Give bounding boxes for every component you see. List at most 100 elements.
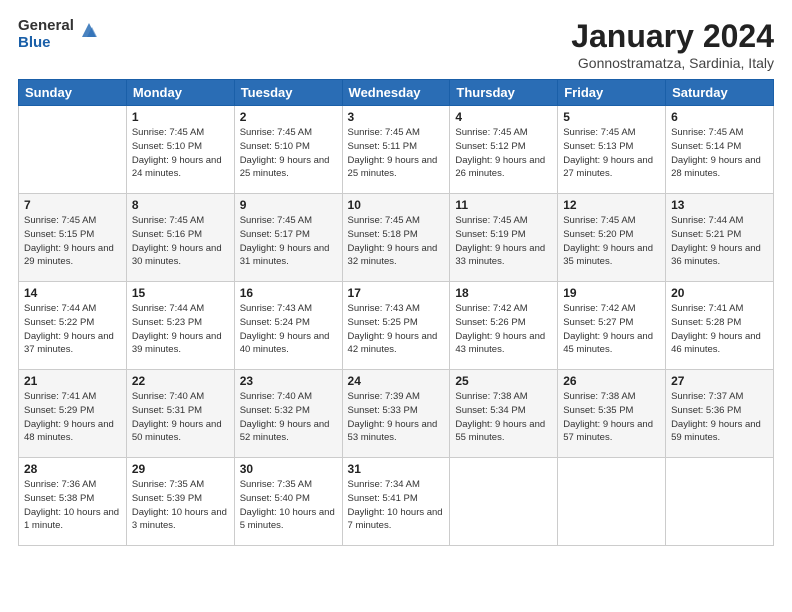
day-cell: 30 Sunrise: 7:35 AMSunset: 5:40 PMDaylig… bbox=[234, 458, 342, 546]
week-row-4: 28 Sunrise: 7:36 AMSunset: 5:38 PMDaylig… bbox=[19, 458, 774, 546]
day-number: 6 bbox=[671, 110, 768, 124]
header: General Blue January 2024 Gonnostramatza… bbox=[18, 18, 774, 71]
day-info: Sunrise: 7:34 AMSunset: 5:41 PMDaylight:… bbox=[348, 478, 445, 533]
day-cell: 9 Sunrise: 7:45 AMSunset: 5:17 PMDayligh… bbox=[234, 194, 342, 282]
day-info: Sunrise: 7:44 AMSunset: 5:23 PMDaylight:… bbox=[132, 302, 229, 357]
day-info: Sunrise: 7:42 AMSunset: 5:26 PMDaylight:… bbox=[455, 302, 552, 357]
logo-blue: Blue bbox=[18, 35, 74, 52]
day-info: Sunrise: 7:38 AMSunset: 5:35 PMDaylight:… bbox=[563, 390, 660, 445]
day-info: Sunrise: 7:35 AMSunset: 5:39 PMDaylight:… bbox=[132, 478, 229, 533]
calendar-table: Sunday Monday Tuesday Wednesday Thursday… bbox=[18, 79, 774, 546]
header-row: Sunday Monday Tuesday Wednesday Thursday… bbox=[19, 80, 774, 106]
day-number: 13 bbox=[671, 198, 768, 212]
day-cell: 4 Sunrise: 7:45 AMSunset: 5:12 PMDayligh… bbox=[450, 106, 558, 194]
day-cell: 31 Sunrise: 7:34 AMSunset: 5:41 PMDaylig… bbox=[342, 458, 450, 546]
day-cell: 2 Sunrise: 7:45 AMSunset: 5:10 PMDayligh… bbox=[234, 106, 342, 194]
day-info: Sunrise: 7:45 AMSunset: 5:16 PMDaylight:… bbox=[132, 214, 229, 269]
day-cell: 14 Sunrise: 7:44 AMSunset: 5:22 PMDaylig… bbox=[19, 282, 127, 370]
day-cell: 1 Sunrise: 7:45 AMSunset: 5:10 PMDayligh… bbox=[126, 106, 234, 194]
day-info: Sunrise: 7:40 AMSunset: 5:31 PMDaylight:… bbox=[132, 390, 229, 445]
logo: General Blue bbox=[18, 18, 100, 51]
day-cell: 22 Sunrise: 7:40 AMSunset: 5:31 PMDaylig… bbox=[126, 370, 234, 458]
day-info: Sunrise: 7:45 AMSunset: 5:18 PMDaylight:… bbox=[348, 214, 445, 269]
calendar-container: General Blue January 2024 Gonnostramatza… bbox=[0, 0, 792, 612]
day-cell bbox=[450, 458, 558, 546]
day-info: Sunrise: 7:43 AMSunset: 5:24 PMDaylight:… bbox=[240, 302, 337, 357]
day-number: 12 bbox=[563, 198, 660, 212]
week-row-2: 14 Sunrise: 7:44 AMSunset: 5:22 PMDaylig… bbox=[19, 282, 774, 370]
day-info: Sunrise: 7:36 AMSunset: 5:38 PMDaylight:… bbox=[24, 478, 121, 533]
day-cell: 27 Sunrise: 7:37 AMSunset: 5:36 PMDaylig… bbox=[666, 370, 774, 458]
day-number: 30 bbox=[240, 462, 337, 476]
day-number: 11 bbox=[455, 198, 552, 212]
day-number: 20 bbox=[671, 286, 768, 300]
day-number: 31 bbox=[348, 462, 445, 476]
day-number: 18 bbox=[455, 286, 552, 300]
day-number: 15 bbox=[132, 286, 229, 300]
header-thursday: Thursday bbox=[450, 80, 558, 106]
week-row-1: 7 Sunrise: 7:45 AMSunset: 5:15 PMDayligh… bbox=[19, 194, 774, 282]
day-info: Sunrise: 7:45 AMSunset: 5:20 PMDaylight:… bbox=[563, 214, 660, 269]
day-number: 27 bbox=[671, 374, 768, 388]
header-monday: Monday bbox=[126, 80, 234, 106]
day-info: Sunrise: 7:45 AMSunset: 5:15 PMDaylight:… bbox=[24, 214, 121, 269]
day-cell: 16 Sunrise: 7:43 AMSunset: 5:24 PMDaylig… bbox=[234, 282, 342, 370]
day-info: Sunrise: 7:44 AMSunset: 5:22 PMDaylight:… bbox=[24, 302, 121, 357]
day-info: Sunrise: 7:42 AMSunset: 5:27 PMDaylight:… bbox=[563, 302, 660, 357]
header-wednesday: Wednesday bbox=[342, 80, 450, 106]
day-cell: 19 Sunrise: 7:42 AMSunset: 5:27 PMDaylig… bbox=[558, 282, 666, 370]
day-number: 14 bbox=[24, 286, 121, 300]
week-row-3: 21 Sunrise: 7:41 AMSunset: 5:29 PMDaylig… bbox=[19, 370, 774, 458]
day-cell: 13 Sunrise: 7:44 AMSunset: 5:21 PMDaylig… bbox=[666, 194, 774, 282]
day-info: Sunrise: 7:45 AMSunset: 5:10 PMDaylight:… bbox=[240, 126, 337, 181]
day-number: 28 bbox=[24, 462, 121, 476]
header-sunday: Sunday bbox=[19, 80, 127, 106]
day-info: Sunrise: 7:45 AMSunset: 5:13 PMDaylight:… bbox=[563, 126, 660, 181]
logo-general: General bbox=[18, 18, 74, 35]
day-number: 24 bbox=[348, 374, 445, 388]
title-block: January 2024 Gonnostramatza, Sardinia, I… bbox=[571, 18, 774, 71]
day-cell: 7 Sunrise: 7:45 AMSunset: 5:15 PMDayligh… bbox=[19, 194, 127, 282]
day-cell: 23 Sunrise: 7:40 AMSunset: 5:32 PMDaylig… bbox=[234, 370, 342, 458]
calendar-title: January 2024 bbox=[571, 18, 774, 55]
day-number: 29 bbox=[132, 462, 229, 476]
day-info: Sunrise: 7:35 AMSunset: 5:40 PMDaylight:… bbox=[240, 478, 337, 533]
day-info: Sunrise: 7:45 AMSunset: 5:11 PMDaylight:… bbox=[348, 126, 445, 181]
day-number: 4 bbox=[455, 110, 552, 124]
day-number: 10 bbox=[348, 198, 445, 212]
week-row-0: 1 Sunrise: 7:45 AMSunset: 5:10 PMDayligh… bbox=[19, 106, 774, 194]
day-cell bbox=[666, 458, 774, 546]
day-cell: 3 Sunrise: 7:45 AMSunset: 5:11 PMDayligh… bbox=[342, 106, 450, 194]
day-info: Sunrise: 7:45 AMSunset: 5:10 PMDaylight:… bbox=[132, 126, 229, 181]
day-number: 8 bbox=[132, 198, 229, 212]
day-info: Sunrise: 7:39 AMSunset: 5:33 PMDaylight:… bbox=[348, 390, 445, 445]
day-number: 26 bbox=[563, 374, 660, 388]
logo-icon bbox=[78, 19, 100, 46]
day-number: 1 bbox=[132, 110, 229, 124]
day-cell: 21 Sunrise: 7:41 AMSunset: 5:29 PMDaylig… bbox=[19, 370, 127, 458]
day-info: Sunrise: 7:45 AMSunset: 5:17 PMDaylight:… bbox=[240, 214, 337, 269]
day-cell: 17 Sunrise: 7:43 AMSunset: 5:25 PMDaylig… bbox=[342, 282, 450, 370]
day-cell: 10 Sunrise: 7:45 AMSunset: 5:18 PMDaylig… bbox=[342, 194, 450, 282]
day-cell: 26 Sunrise: 7:38 AMSunset: 5:35 PMDaylig… bbox=[558, 370, 666, 458]
day-number: 19 bbox=[563, 286, 660, 300]
day-cell bbox=[19, 106, 127, 194]
day-cell: 18 Sunrise: 7:42 AMSunset: 5:26 PMDaylig… bbox=[450, 282, 558, 370]
day-info: Sunrise: 7:45 AMSunset: 5:12 PMDaylight:… bbox=[455, 126, 552, 181]
day-cell: 28 Sunrise: 7:36 AMSunset: 5:38 PMDaylig… bbox=[19, 458, 127, 546]
day-info: Sunrise: 7:44 AMSunset: 5:21 PMDaylight:… bbox=[671, 214, 768, 269]
day-number: 2 bbox=[240, 110, 337, 124]
day-cell: 20 Sunrise: 7:41 AMSunset: 5:28 PMDaylig… bbox=[666, 282, 774, 370]
day-number: 25 bbox=[455, 374, 552, 388]
day-cell: 11 Sunrise: 7:45 AMSunset: 5:19 PMDaylig… bbox=[450, 194, 558, 282]
day-cell: 25 Sunrise: 7:38 AMSunset: 5:34 PMDaylig… bbox=[450, 370, 558, 458]
day-number: 5 bbox=[563, 110, 660, 124]
header-saturday: Saturday bbox=[666, 80, 774, 106]
day-number: 17 bbox=[348, 286, 445, 300]
header-tuesday: Tuesday bbox=[234, 80, 342, 106]
day-cell: 12 Sunrise: 7:45 AMSunset: 5:20 PMDaylig… bbox=[558, 194, 666, 282]
day-cell: 29 Sunrise: 7:35 AMSunset: 5:39 PMDaylig… bbox=[126, 458, 234, 546]
day-info: Sunrise: 7:38 AMSunset: 5:34 PMDaylight:… bbox=[455, 390, 552, 445]
day-cell: 24 Sunrise: 7:39 AMSunset: 5:33 PMDaylig… bbox=[342, 370, 450, 458]
day-number: 16 bbox=[240, 286, 337, 300]
